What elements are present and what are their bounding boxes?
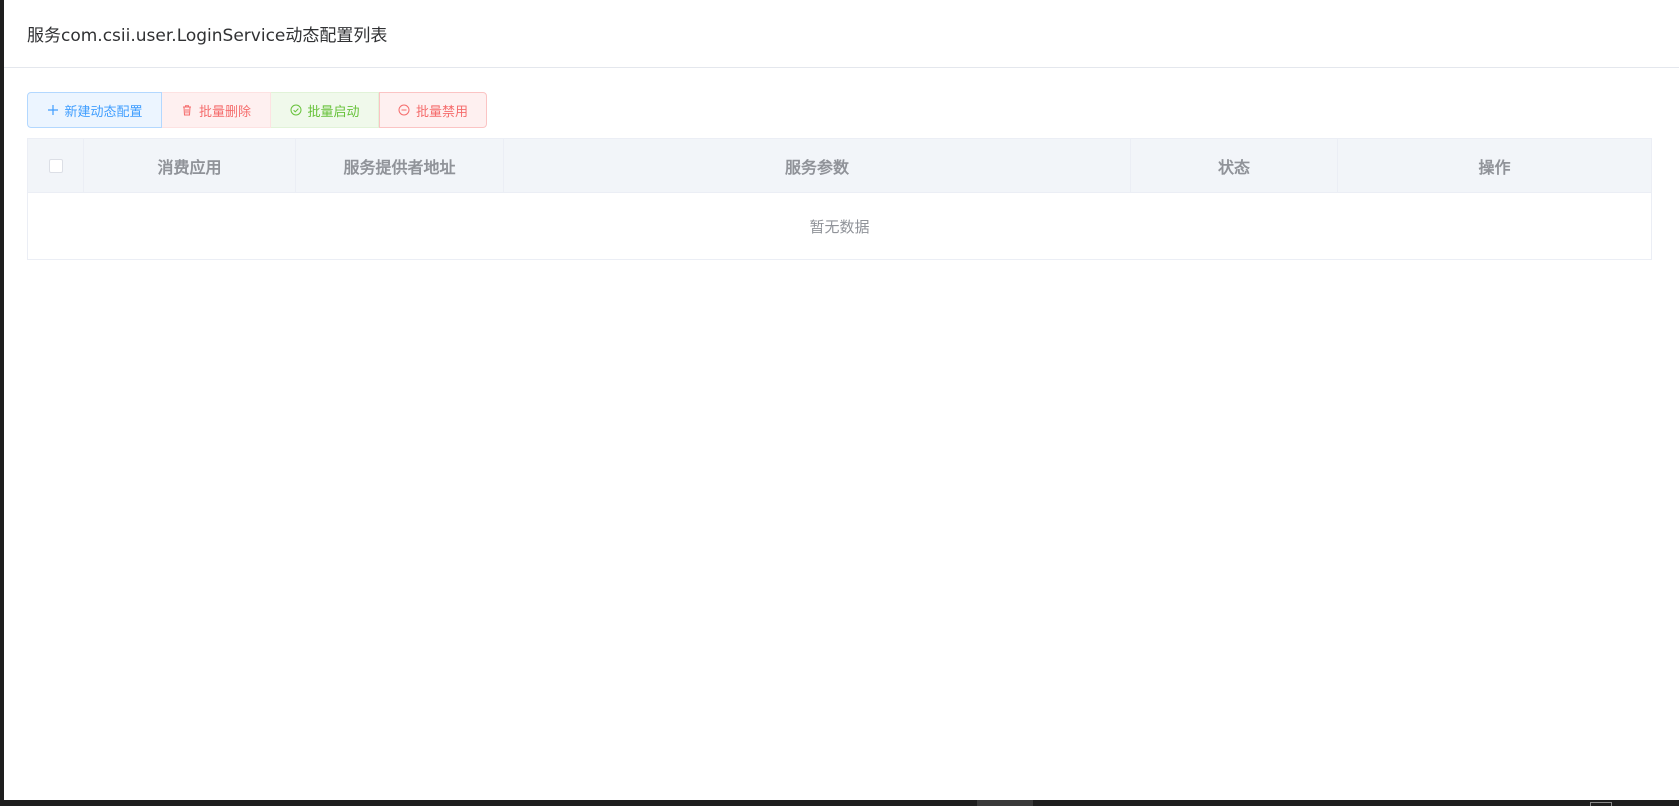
empty-state: 暂无数据: [28, 193, 1651, 259]
taskbar-indicator: [1590, 802, 1612, 806]
empty-text: 暂无数据: [809, 217, 870, 236]
plus-icon: [46, 104, 59, 117]
column-header-service-params: 服务参数: [504, 139, 1131, 192]
toolbar: 新建动态配置 批量删除 批量启动 批量禁用: [27, 92, 487, 128]
minus-circle-icon: [398, 104, 411, 117]
column-header-operations: 操作: [1478, 157, 1511, 177]
check-circle-icon: [289, 104, 302, 117]
batch-delete-button[interactable]: 批量删除: [162, 92, 271, 128]
trash-icon: [181, 104, 194, 117]
config-table: 消费应用 服务提供者地址 服务参数 状态 操作 暂无数据: [27, 138, 1652, 260]
dialog-title: 服务com.csii.user.LoginService动态配置列表: [27, 26, 388, 46]
batch-disable-button[interactable]: 批量禁用: [379, 92, 487, 128]
select-all-cell: [28, 139, 84, 192]
select-all-checkbox[interactable]: [48, 158, 63, 173]
batch-enable-button[interactable]: 批量启动: [271, 92, 379, 128]
batch-disable-label: 批量禁用: [415, 104, 468, 120]
column-header-status: 状态: [1131, 139, 1338, 192]
batch-enable-label: 批量启动: [307, 104, 360, 120]
new-dynamic-config-label: 新建动态配置: [64, 104, 143, 120]
table-header: 消费应用 服务提供者地址 服务参数 状态 操作: [28, 139, 1651, 193]
new-dynamic-config-button[interactable]: 新建动态配置: [27, 92, 162, 128]
batch-delete-label: 批量删除: [198, 104, 251, 120]
dialog: 服务com.csii.user.LoginService动态配置列表 新建动态配…: [4, 0, 1679, 800]
column-header-consumer-app: 消费应用: [84, 139, 296, 192]
dialog-header: 服务com.csii.user.LoginService动态配置列表: [4, 0, 1679, 68]
taskbar-tab[interactable]: [977, 800, 1033, 806]
column-header-provider-address: 服务提供者地址: [296, 139, 504, 192]
